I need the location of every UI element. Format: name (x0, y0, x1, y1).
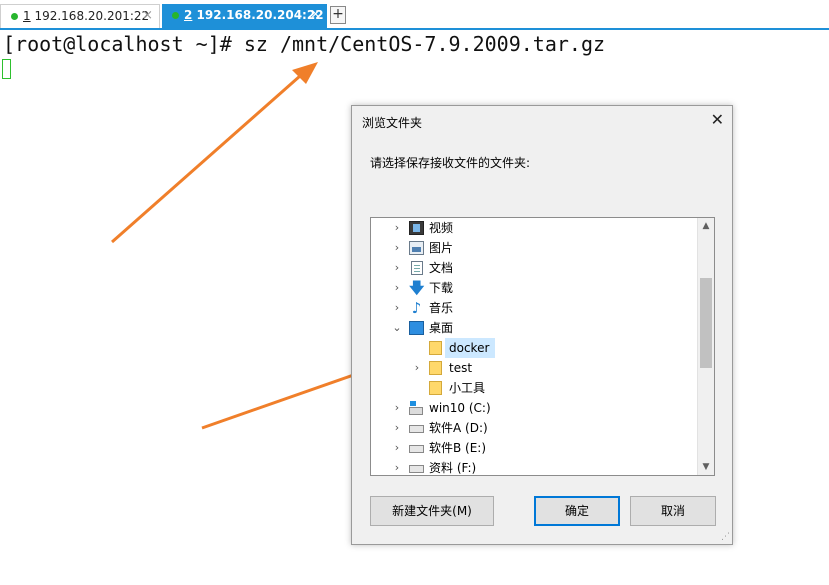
tree-item-downloads[interactable]: › 🡇 下载 (371, 278, 699, 298)
tree-item-label: 视频 (429, 221, 454, 235)
tree-item-label: 资料 (F:) (429, 461, 477, 475)
tree-item-label: test (449, 361, 473, 375)
expand-chevron-icon[interactable]: › (391, 298, 403, 318)
arrow-to-command (111, 74, 301, 244)
tree-item-label: 软件A (D:) (429, 421, 488, 435)
expand-chevron-icon[interactable]: › (391, 398, 403, 418)
expand-chevron-icon[interactable]: › (411, 358, 423, 378)
close-icon[interactable]: ✕ (711, 110, 724, 129)
video-icon (409, 221, 424, 235)
resize-grip-icon[interactable]: ⋰ (721, 532, 730, 542)
dialog-title: 浏览文件夹 (362, 116, 423, 130)
drive-icon (409, 445, 424, 453)
expand-chevron-icon[interactable]: › (391, 438, 403, 458)
drive-icon (409, 465, 424, 473)
folder-icon (429, 341, 442, 355)
ok-button[interactable]: 确定 (534, 496, 620, 526)
cancel-button[interactable]: 取消 (630, 496, 716, 526)
tree-item-label: 下载 (429, 281, 454, 295)
tree-item-videos[interactable]: › 视频 (371, 218, 699, 238)
tree-item-pictures[interactable]: › 图片 (371, 238, 699, 258)
documents-icon (411, 261, 423, 275)
tree-item-label: win10 (C:) (429, 401, 491, 415)
folder-tree[interactable]: › 视频 › 图片 › 文档 › 🡇 下载 › ♪ 音乐 ⌄ 桌面 docker… (370, 217, 715, 476)
new-folder-button[interactable]: 新建文件夹(M) (370, 496, 494, 526)
download-arrow-icon: 🡇 (409, 279, 425, 297)
tree-item-drive-e[interactable]: › 软件B (E:) (371, 438, 699, 458)
expand-chevron-icon[interactable]: › (391, 258, 403, 278)
tree-item-label: 桌面 (429, 321, 454, 335)
tree-scrollbar[interactable]: ▲ ▼ (697, 218, 714, 475)
tree-item-music[interactable]: › ♪ 音乐 (371, 298, 699, 318)
dialog-prompt: 请选择保存接收文件的文件夹: (370, 156, 531, 170)
tree-item-test[interactable]: › test (371, 358, 699, 378)
scrollbar-thumb[interactable] (700, 278, 712, 368)
music-note-icon: ♪ (411, 299, 422, 317)
tree-item-label: 文档 (429, 261, 454, 275)
scroll-down-icon[interactable]: ▼ (698, 459, 714, 475)
tree-item-tools[interactable]: 小工具 (371, 378, 699, 398)
browse-folder-dialog: 浏览文件夹 ✕ 请选择保存接收文件的文件夹: › 视频 › 图片 › 文档 › … (351, 105, 733, 545)
tree-item-label: 音乐 (429, 301, 454, 315)
expand-chevron-icon[interactable]: › (391, 418, 403, 438)
tree-item-label: 软件B (E:) (429, 441, 487, 455)
tree-item-desktop[interactable]: ⌄ 桌面 (371, 318, 699, 338)
desktop-icon (409, 321, 424, 335)
tree-item-drive-c[interactable]: › win10 (C:) (371, 398, 699, 418)
drive-icon (409, 425, 424, 433)
scroll-up-icon[interactable]: ▲ (698, 218, 714, 234)
tree-item-drive-d[interactable]: › 软件A (D:) (371, 418, 699, 438)
expand-chevron-icon[interactable]: › (391, 458, 403, 475)
tree-item-label: docker (445, 338, 496, 358)
tree-item-label: 小工具 (449, 381, 486, 395)
tree-item-drive-f[interactable]: › 资料 (F:) (371, 458, 699, 475)
folder-icon (429, 381, 442, 395)
windows-drive-icon (409, 401, 424, 415)
expand-chevron-icon[interactable]: › (391, 218, 403, 238)
expand-chevron-icon[interactable]: › (391, 238, 403, 258)
tree-item-documents[interactable]: › 文档 (371, 258, 699, 278)
expand-chevron-icon[interactable]: › (391, 278, 403, 298)
tree-item-label: 图片 (429, 241, 454, 255)
tree-item-docker[interactable]: docker (371, 338, 699, 358)
pictures-icon (409, 241, 424, 255)
folder-icon (429, 361, 442, 375)
collapse-chevron-icon[interactable]: ⌄ (391, 318, 403, 338)
